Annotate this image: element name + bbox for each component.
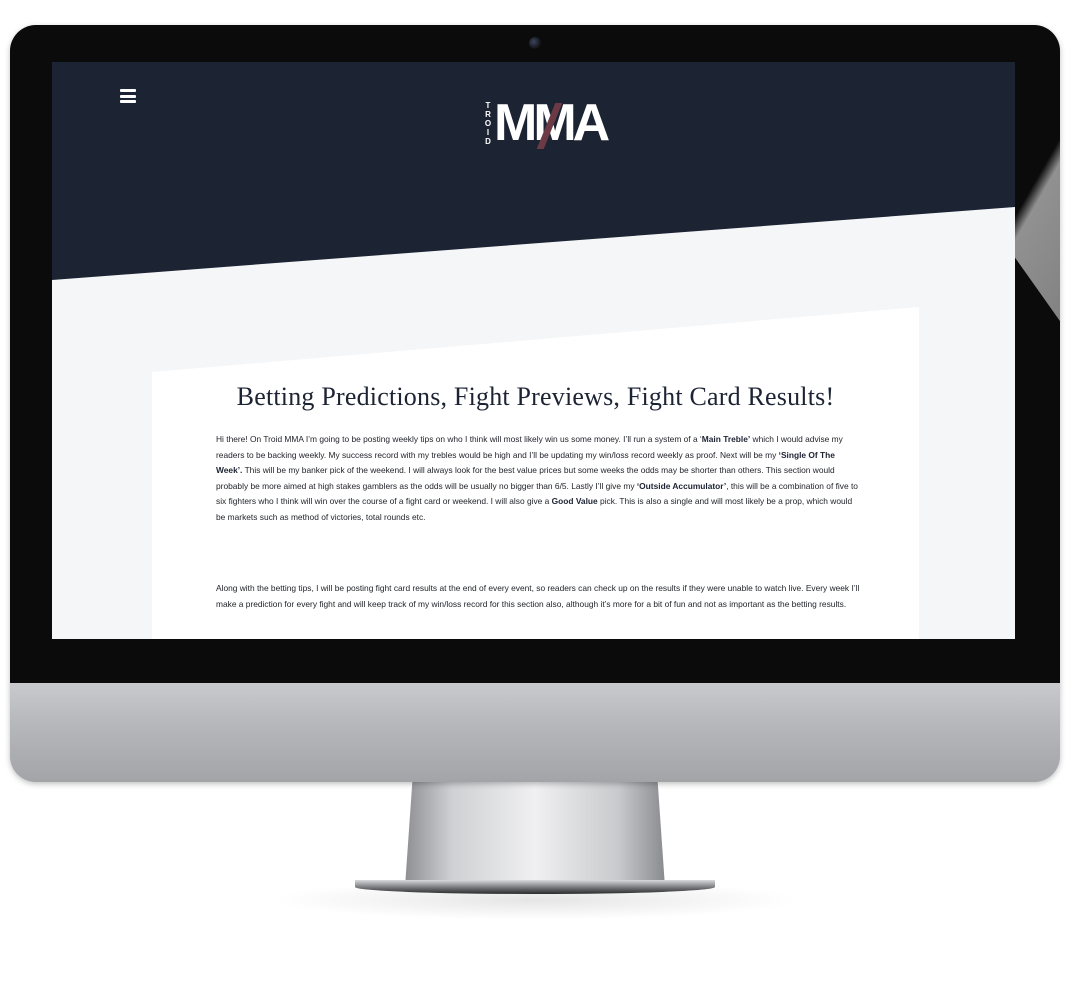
intro-paragraph: Hi there! On Troid MMA I’m going to be p… (216, 434, 858, 522)
main-treble-highlight: Main Treble’ (701, 434, 751, 444)
webcam (529, 37, 541, 49)
website-screen: T R O I D MMA Betting Predictions, Fight… (52, 62, 1015, 639)
results-paragraph: Along with the betting tips, I will be p… (216, 583, 860, 609)
monitor-chin (10, 683, 1060, 782)
page-title: Betting Predictions, Fight Previews, Fig… (236, 382, 835, 411)
good-value-highlight: Good Value (551, 496, 598, 506)
monitor-frame: T R O I D MMA Betting Predictions, Fight… (10, 25, 1060, 782)
troid-mma-logo[interactable]: T R O I D MMA (484, 95, 610, 151)
outside-accumulator-highlight: ‘Outside Accumulator’ (636, 480, 727, 491)
monitor-stand (405, 775, 665, 887)
logo-side-text: T R O I D (484, 101, 492, 146)
monitor-stand-foot (355, 880, 715, 894)
hamburger-menu-icon[interactable] (120, 89, 136, 103)
